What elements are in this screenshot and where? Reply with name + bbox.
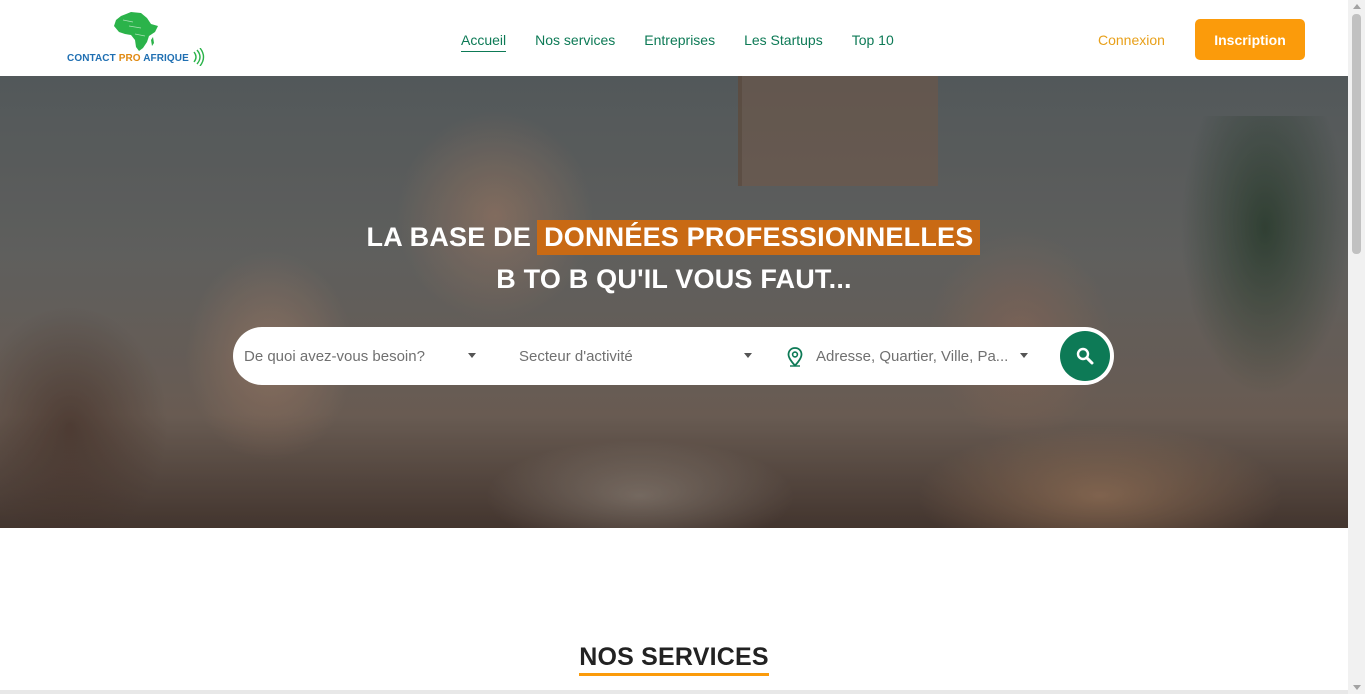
signal-waves-icon bbox=[193, 48, 205, 66]
search-bar: De quoi avez-vous besoin? Secteur d'acti… bbox=[233, 327, 1114, 385]
logo-wordmark: CONTACT PRO AFRIQUE bbox=[67, 53, 189, 64]
nav-link-accueil[interactable]: Accueil bbox=[461, 32, 507, 52]
logo-text-afrique: AFRIQUE bbox=[143, 53, 189, 64]
nav-link-les-startups[interactable]: Les Startups bbox=[744, 32, 823, 52]
headline-line-2: B TO B QU'IL VOUS FAUT... bbox=[496, 264, 852, 294]
chevron-down-icon[interactable] bbox=[468, 353, 476, 358]
nav-link-entreprises[interactable]: Entreprises bbox=[644, 32, 715, 52]
logo-text-pro: PRO bbox=[118, 53, 144, 64]
sector-select[interactable]: Secteur d'activité bbox=[519, 327, 759, 385]
vertical-scrollbar[interactable] bbox=[1348, 0, 1365, 694]
location-input[interactable]: Adresse, Quartier, Ville, Pa... bbox=[816, 327, 1016, 385]
search-button[interactable] bbox=[1060, 331, 1110, 381]
headline-prefix: LA BASE DE bbox=[366, 221, 532, 252]
main-nav: Accueil Nos services Entreprises Les Sta… bbox=[461, 32, 894, 52]
signup-button[interactable]: Inscription bbox=[1195, 19, 1305, 60]
hero-banner: LA BASE DE DONNÉES PROFESSIONNELLES B TO… bbox=[0, 76, 1348, 528]
site-header: CONTACT PRO AFRIQUE Accueil Nos services… bbox=[0, 0, 1348, 76]
scroll-down-arrow-icon[interactable] bbox=[1353, 685, 1361, 690]
horizontal-scrollbar[interactable] bbox=[0, 690, 1348, 694]
sector-select-placeholder: Secteur d'activité bbox=[519, 347, 633, 365]
nav-link-nos-services[interactable]: Nos services bbox=[535, 32, 615, 52]
services-title-text: NOS SERVICES bbox=[579, 643, 769, 676]
need-select[interactable]: De quoi avez-vous besoin? bbox=[244, 327, 484, 385]
map-pin-icon bbox=[787, 347, 803, 367]
services-section-title: NOS SERVICES bbox=[0, 643, 1348, 676]
need-select-placeholder: De quoi avez-vous besoin? bbox=[244, 347, 425, 365]
scrollbar-thumb[interactable] bbox=[1352, 14, 1361, 254]
login-link[interactable]: Connexion bbox=[1098, 32, 1165, 48]
chevron-down-icon[interactable] bbox=[1020, 353, 1028, 358]
hero-headline: LA BASE DE DONNÉES PROFESSIONNELLES B TO… bbox=[0, 216, 1348, 300]
location-input-placeholder: Adresse, Quartier, Ville, Pa... bbox=[816, 347, 1009, 365]
chevron-down-icon[interactable] bbox=[744, 353, 752, 358]
hero-overlay bbox=[0, 76, 1348, 528]
search-icon bbox=[1076, 347, 1094, 365]
nav-link-top-10[interactable]: Top 10 bbox=[852, 32, 894, 52]
scroll-up-arrow-icon[interactable] bbox=[1353, 4, 1361, 9]
headline-highlight: DONNÉES PROFESSIONNELLES bbox=[537, 219, 981, 255]
logo[interactable]: CONTACT PRO AFRIQUE bbox=[67, 10, 207, 68]
headline-line-1: LA BASE DE DONNÉES PROFESSIONNELLES bbox=[0, 216, 1348, 258]
africa-map-icon bbox=[114, 12, 158, 51]
logo-text-contact: CONTACT bbox=[67, 53, 119, 64]
